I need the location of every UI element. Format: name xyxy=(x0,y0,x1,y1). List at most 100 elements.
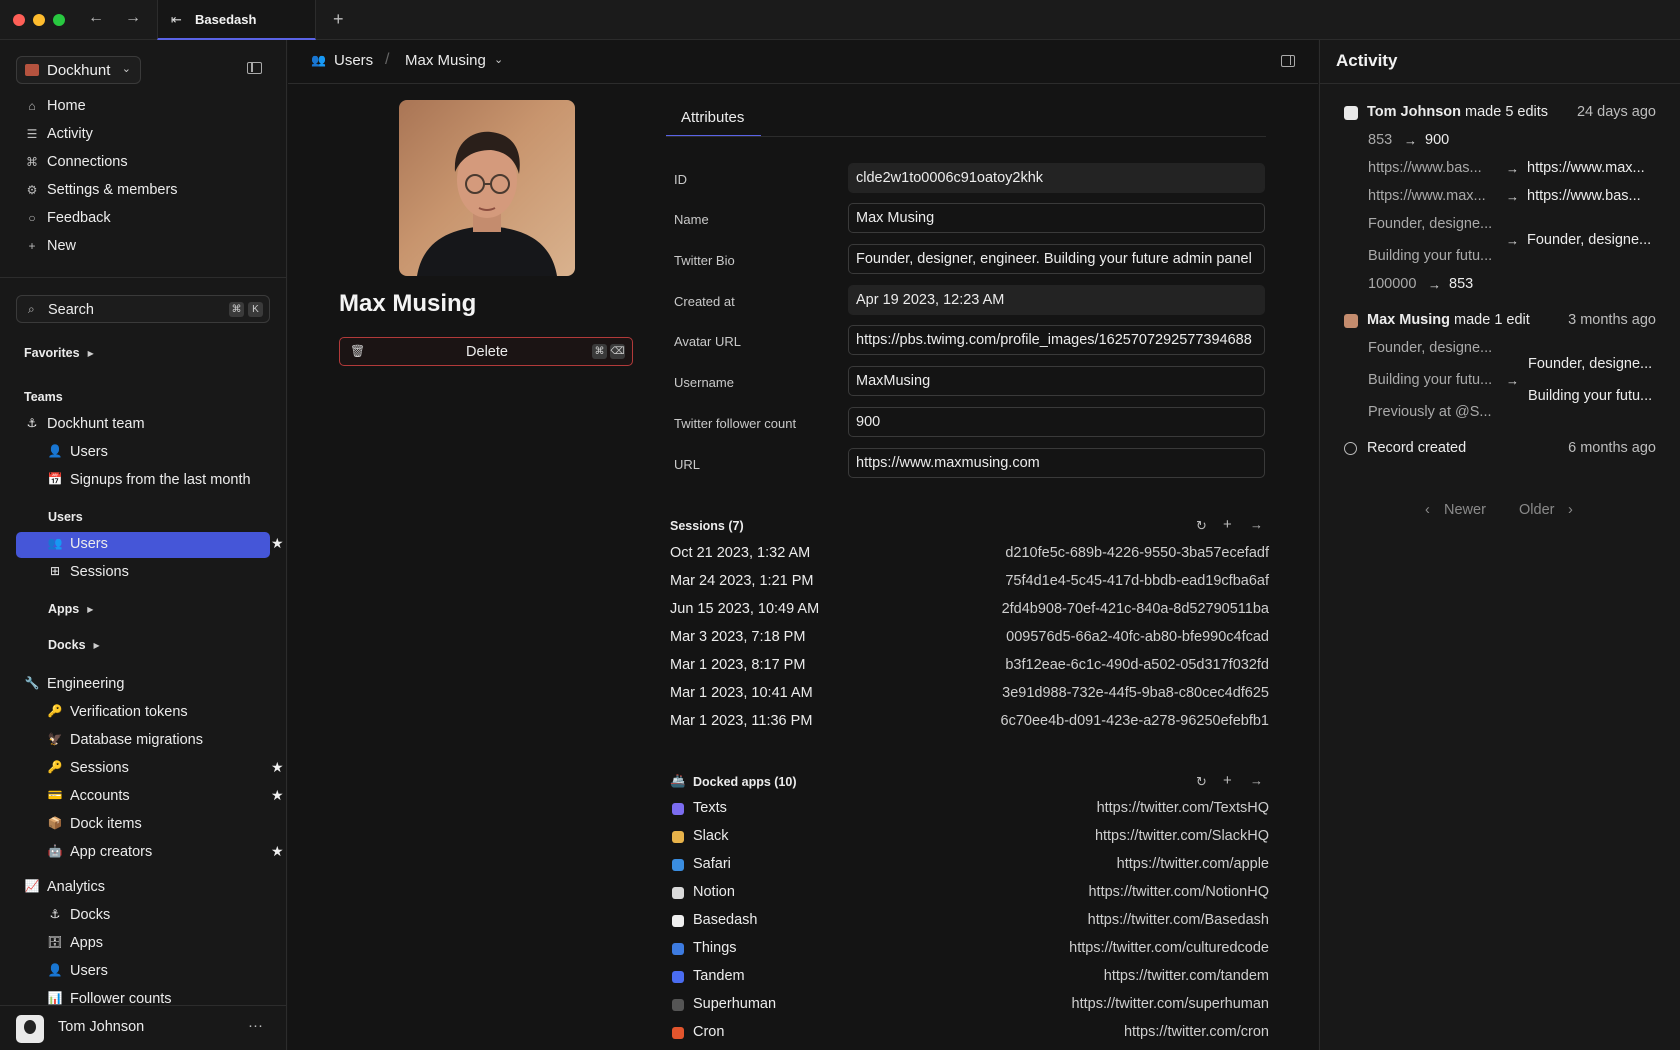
session-id[interactable]: 009576d5-66a2-40fc-ab80-bfe990c4fcad xyxy=(1006,629,1269,645)
star-icon[interactable]: ★ xyxy=(271,535,284,552)
created-at-field[interactable]: Apr 19 2023, 12:23 AM xyxy=(848,285,1265,315)
session-id[interactable]: b3f12eae-6c1c-490d-a502-05d317f032fd xyxy=(1005,657,1269,673)
record-title: Max Musing xyxy=(339,290,477,317)
sidebar-item-label: Users xyxy=(70,444,108,460)
favorites-section-header[interactable]: Favorites ▶ xyxy=(24,346,94,360)
docked-app-url[interactable]: https://twitter.com/culturedcode xyxy=(1069,940,1269,956)
apps-folder-header[interactable]: Apps ▶ xyxy=(48,602,93,616)
session-id[interactable]: d210fe5c-689b-4226-9550-3ba57ecefadf xyxy=(1005,545,1269,561)
refresh-icon[interactable]: ↻ xyxy=(1196,774,1207,790)
docked-app-url[interactable]: https://twitter.com/SlackHQ xyxy=(1095,828,1269,844)
docked-app-url[interactable]: https://twitter.com/NotionHQ xyxy=(1088,884,1269,900)
star-icon[interactable]: ★ xyxy=(271,843,284,860)
newer-page-button[interactable]: Newer xyxy=(1444,502,1486,518)
refresh-icon[interactable]: ↻ xyxy=(1196,518,1207,534)
docked-app-name[interactable]: Cron xyxy=(693,1024,724,1040)
older-page-button[interactable]: Older xyxy=(1519,502,1554,518)
docked-app-url[interactable]: https://twitter.com/Basedash xyxy=(1088,912,1269,928)
docked-app-name[interactable]: Slack xyxy=(693,828,728,844)
section-label: Apps xyxy=(48,602,80,616)
session-id[interactable]: 75f4d1e4-5c45-417d-bbdb-ead19cfba6af xyxy=(1005,573,1269,589)
browser-tab[interactable]: ⇤ Basedash xyxy=(157,0,316,40)
toggle-activity-panel-icon[interactable] xyxy=(1281,55,1295,67)
clock-icon xyxy=(1344,442,1357,455)
sidebar-item-label: New xyxy=(47,238,77,254)
breadcrumb-table[interactable]: Users xyxy=(334,52,373,69)
url-field[interactable]: https://www.maxmusing.com xyxy=(848,448,1265,478)
activity-event[interactable]: Tom Johnson made 5 edits xyxy=(1367,104,1548,120)
docked-app-name[interactable]: Superhuman xyxy=(693,996,776,1012)
current-user-footer[interactable]: Tom Johnson ··· xyxy=(0,1005,286,1050)
anchor-icon: ⚓ xyxy=(26,416,38,430)
session-date[interactable]: Mar 1 2023, 8:17 PM xyxy=(670,657,805,673)
session-id[interactable]: 6c70ee4b-d091-423e-a278-96250efebfb1 xyxy=(1001,713,1269,729)
arrow-right-icon[interactable]: → xyxy=(1250,773,1263,788)
session-date[interactable]: Oct 21 2023, 1:32 AM xyxy=(670,545,810,561)
session-date[interactable]: Jun 15 2023, 10:49 AM xyxy=(670,601,819,617)
docked-app-name[interactable]: Notion xyxy=(693,884,735,900)
ship-icon: 🚢 xyxy=(670,774,686,788)
docked-app-name[interactable]: Safari xyxy=(693,856,731,872)
star-icon[interactable]: ★ xyxy=(271,787,284,804)
twitter-bio-field[interactable]: Founder, designer, engineer. Building yo… xyxy=(848,244,1265,274)
diff-old-value: 100000 xyxy=(1368,276,1417,292)
docked-app-url[interactable]: https://twitter.com/cron xyxy=(1124,1024,1269,1040)
event-time: 3 months ago xyxy=(1568,312,1656,328)
session-date[interactable]: Mar 24 2023, 1:21 PM xyxy=(670,573,813,589)
chevron-down-icon[interactable]: ⌄ xyxy=(494,53,503,66)
new-tab-plus-icon[interactable]: + xyxy=(333,9,344,30)
id-field[interactable]: clde2w1to0006c91oatoy2khk xyxy=(848,163,1265,193)
chevron-right-icon[interactable]: › xyxy=(1568,502,1573,518)
sidebar-search[interactable]: ⌕ Search ⌘ K xyxy=(16,295,270,323)
record-header-bar: 👥 Users / Max Musing ⌄ xyxy=(288,40,1318,84)
chevron-left-icon[interactable]: ‹ xyxy=(1425,502,1430,518)
tab-attributes[interactable]: Attributes xyxy=(666,100,761,137)
more-options-icon[interactable]: ··· xyxy=(248,1017,263,1034)
session-date[interactable]: Mar 3 2023, 7:18 PM xyxy=(670,629,805,645)
users-folder-header[interactable]: Users xyxy=(48,510,83,524)
session-id[interactable]: 3e91d988-732e-44f5-9ba8-c80cec4df625 xyxy=(1002,685,1269,701)
docked-app-url[interactable]: https://twitter.com/tandem xyxy=(1104,968,1269,984)
forward-arrow-icon[interactable]: → xyxy=(125,9,141,27)
plus-icon[interactable]: + xyxy=(1223,516,1232,533)
docked-app-name[interactable]: Tandem xyxy=(693,968,745,984)
username-field[interactable]: MaxMusing xyxy=(848,366,1265,396)
star-icon[interactable]: ★ xyxy=(271,759,284,776)
docked-app-url[interactable]: https://twitter.com/apple xyxy=(1117,856,1269,872)
event-time: 6 months ago xyxy=(1568,440,1656,456)
minimize-window-button[interactable] xyxy=(33,14,45,26)
follower-count-field[interactable]: 900 xyxy=(848,407,1265,437)
event-time: 24 days ago xyxy=(1576,104,1656,120)
plus-icon[interactable]: + xyxy=(1223,772,1232,789)
bar-chart-icon: 📊 xyxy=(47,991,63,1005)
name-field[interactable]: Max Musing xyxy=(848,203,1265,233)
breadcrumb-record[interactable]: Max Musing xyxy=(405,52,486,69)
docked-app-url[interactable]: https://twitter.com/superhuman xyxy=(1072,996,1269,1012)
diff-old-value: Building your futu... xyxy=(1368,372,1493,388)
field-value: 900 xyxy=(856,414,881,430)
docks-folder-header[interactable]: Docks ▶ xyxy=(48,638,100,652)
session-date[interactable]: Mar 1 2023, 11:36 PM xyxy=(670,713,812,729)
activity-event[interactable]: Record created xyxy=(1367,440,1466,456)
docked-app-url[interactable]: https://twitter.com/TextsHQ xyxy=(1097,800,1269,816)
docked-app-name[interactable]: Basedash xyxy=(693,912,758,928)
arrow-right-icon[interactable]: → xyxy=(1250,517,1263,532)
delete-record-button[interactable]: Delete 🗑 ⌘ ⌫ xyxy=(339,337,633,366)
chat-bubble-icon: ○ xyxy=(28,211,36,225)
tab-divider xyxy=(666,136,1266,137)
back-arrow-icon[interactable]: ← xyxy=(88,9,104,27)
activity-event[interactable]: Max Musing made 1 edit xyxy=(1367,312,1530,328)
avatar-url-field[interactable]: https://pbs.twimg.com/profile_images/162… xyxy=(848,325,1265,355)
session-id[interactable]: 2fd4b908-70ef-421c-840a-8d52790511ba xyxy=(1002,601,1269,617)
collapse-sidebar-icon[interactable] xyxy=(247,62,262,74)
workspace-switcher[interactable]: Dockhunt ⌄ xyxy=(16,56,141,84)
arrow-right-icon: → xyxy=(1506,189,1519,204)
session-date[interactable]: Mar 1 2023, 10:41 AM xyxy=(670,685,813,701)
docked-app-name[interactable]: Texts xyxy=(693,800,727,816)
tab-label: Basedash xyxy=(195,12,257,27)
close-window-button[interactable] xyxy=(13,14,25,26)
docked-app-name[interactable]: Things xyxy=(693,940,737,956)
attribute-label: Name xyxy=(674,212,709,227)
avatar xyxy=(1344,314,1358,328)
zoom-window-button[interactable] xyxy=(53,14,65,26)
